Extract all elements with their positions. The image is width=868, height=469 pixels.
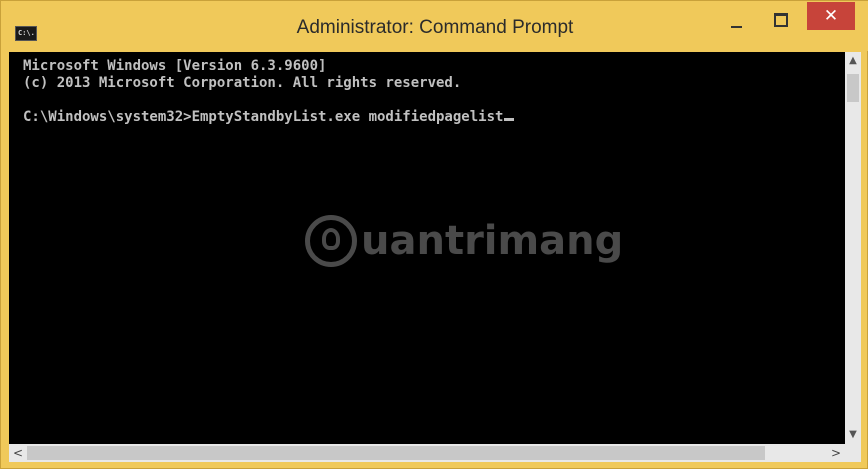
- scroll-right-arrow-icon[interactable]: >: [827, 444, 845, 462]
- lightbulb-logo-icon: [305, 215, 357, 267]
- command-prompt-window: C:\. Administrator: Command Prompt ✕ Mic…: [0, 0, 868, 469]
- maximize-button[interactable]: [761, 9, 799, 37]
- scroll-left-arrow-icon[interactable]: <: [9, 444, 27, 462]
- text-cursor: [504, 118, 515, 121]
- console-line: (c) 2013 Microsoft Corporation. All righ…: [23, 75, 462, 91]
- watermark-text: uantrimang: [361, 217, 624, 264]
- resize-grip-icon[interactable]: [845, 444, 861, 462]
- title-bar[interactable]: C:\. Administrator: Command Prompt ✕: [1, 1, 868, 51]
- console-line: Microsoft Windows [Version 6.3.9600]: [23, 58, 327, 74]
- minimize-button[interactable]: [717, 9, 755, 37]
- horizontal-scrollbar[interactable]: < >: [9, 444, 845, 462]
- quantrimang-watermark: uantrimang: [305, 215, 623, 267]
- console-client-area: Microsoft Windows [Version 6.3.9600] (c)…: [9, 52, 861, 462]
- command-text: C:\Windows\system32>EmptyStandbyList.exe…: [23, 109, 504, 125]
- command-line[interactable]: C:\Windows\system32>EmptyStandbyList.exe…: [23, 109, 845, 126]
- scroll-up-arrow-icon[interactable]: ▲: [845, 52, 861, 70]
- console-output[interactable]: Microsoft Windows [Version 6.3.9600] (c)…: [9, 52, 845, 444]
- vertical-scrollbar[interactable]: ▲ ▼: [845, 52, 861, 444]
- horizontal-scroll-thumb[interactable]: [27, 446, 765, 460]
- close-button[interactable]: ✕: [807, 2, 855, 30]
- vertical-scroll-thumb[interactable]: [847, 74, 859, 102]
- scroll-down-arrow-icon[interactable]: ▼: [845, 426, 861, 444]
